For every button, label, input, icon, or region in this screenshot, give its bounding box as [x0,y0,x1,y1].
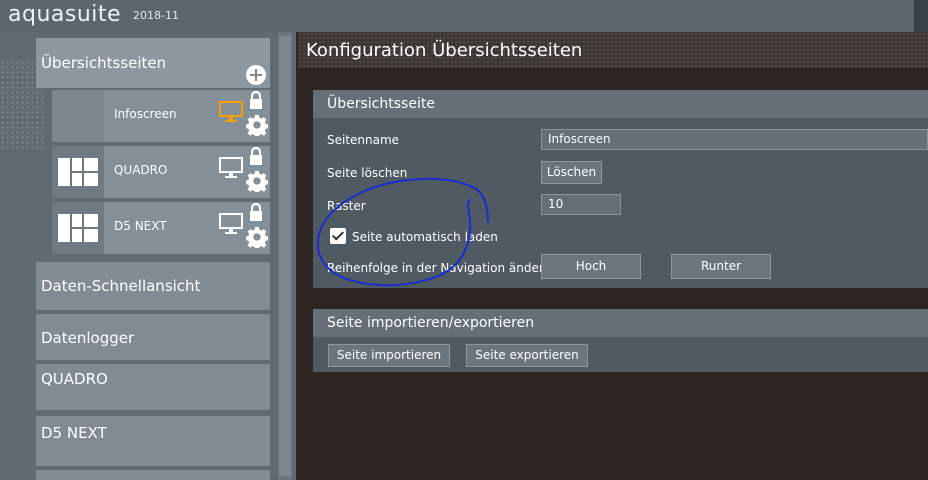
title-bar: aquasuite 2018-11 [0,0,928,32]
page-thumbnail [52,90,104,142]
move-down-button[interactable]: Runter [671,254,771,279]
gear-icon[interactable] [246,170,268,192]
sidebar-item-data-quickview[interactable]: Daten-Schnellansicht [36,262,270,310]
delete-page-label: Seite löschen [327,166,408,180]
monitor-icon[interactable] [218,212,244,236]
gear-icon[interactable] [246,226,268,248]
sidebar-page-infoscreen[interactable]: Infoscreen [52,90,270,142]
import-export-section: Seite importieren/exportieren Seite impo… [313,309,928,372]
grid-input[interactable]: 10 [541,194,621,215]
app-logo: aquasuite [8,2,122,27]
page-name-label: Seitenname [327,133,400,147]
gear-icon[interactable] [246,114,268,136]
page-title: Konfiguration Übersichtsseiten [306,40,583,61]
sidebar-page-quadro[interactable]: QUADRO [52,146,270,198]
sidebar-item-more[interactable] [36,470,270,480]
export-page-button[interactable]: Seite exportieren [466,344,588,367]
page-label: D5 NEXT [114,219,167,233]
add-page-icon[interactable] [246,65,266,85]
sidebar-scrollbar-thumb[interactable] [279,36,291,476]
app-version: 2018-11 [133,9,179,22]
page-thumbnail [52,146,104,198]
sidebar-item-label: Übersichtsseiten [41,54,167,72]
page-thumbnail [52,202,104,254]
sidebar-item-label: QUADRO [41,370,108,388]
autoload-label: Seite automatisch laden [352,230,498,244]
sidebar-item-label: Daten-Schnellansicht [41,277,201,295]
sidebar-item-label: D5 NEXT [41,424,107,442]
window-corner [914,0,928,32]
sidebar-item-d5-next[interactable]: D5 NEXT [36,416,270,466]
page-label: QUADRO [114,163,168,177]
section-title: Seite importieren/exportieren [327,315,535,331]
sidebar-item-label: Datenlogger [41,329,135,347]
page-name-input[interactable]: Infoscreen [541,129,928,150]
page-label: Infoscreen [114,107,177,121]
sidebar-item-quadro[interactable]: QUADRO [36,364,270,410]
sidebar-item-overview-pages[interactable]: Übersichtsseiten [36,38,270,88]
lock-icon[interactable] [248,202,264,222]
section-header: Übersichtsseite [313,90,928,118]
import-page-button[interactable]: Seite importieren [328,344,450,367]
sidebar-page-d5-next[interactable]: D5 NEXT [52,202,270,254]
lock-icon[interactable] [248,90,264,110]
section-header: Seite importieren/exportieren [313,309,928,337]
sidebar-item-datalogger[interactable]: Datenlogger [36,314,270,360]
monitor-icon[interactable] [218,156,244,180]
overview-page-section: Übersichtsseite Seitenname Infoscreen Se… [313,90,928,288]
monitor-icon[interactable] [218,100,244,124]
layout-grid-icon [58,214,98,242]
grid-label: Raster [327,199,366,213]
move-up-button[interactable]: Hoch [541,254,641,279]
section-title: Übersichtsseite [327,96,435,112]
delete-button[interactable]: Löschen [541,161,602,184]
layout-grid-icon [58,158,98,186]
navigation-order-label: Reihenfolge in der Navigation ändern [327,261,552,275]
autoload-checkbox[interactable] [330,228,346,244]
lock-icon[interactable] [248,146,264,166]
